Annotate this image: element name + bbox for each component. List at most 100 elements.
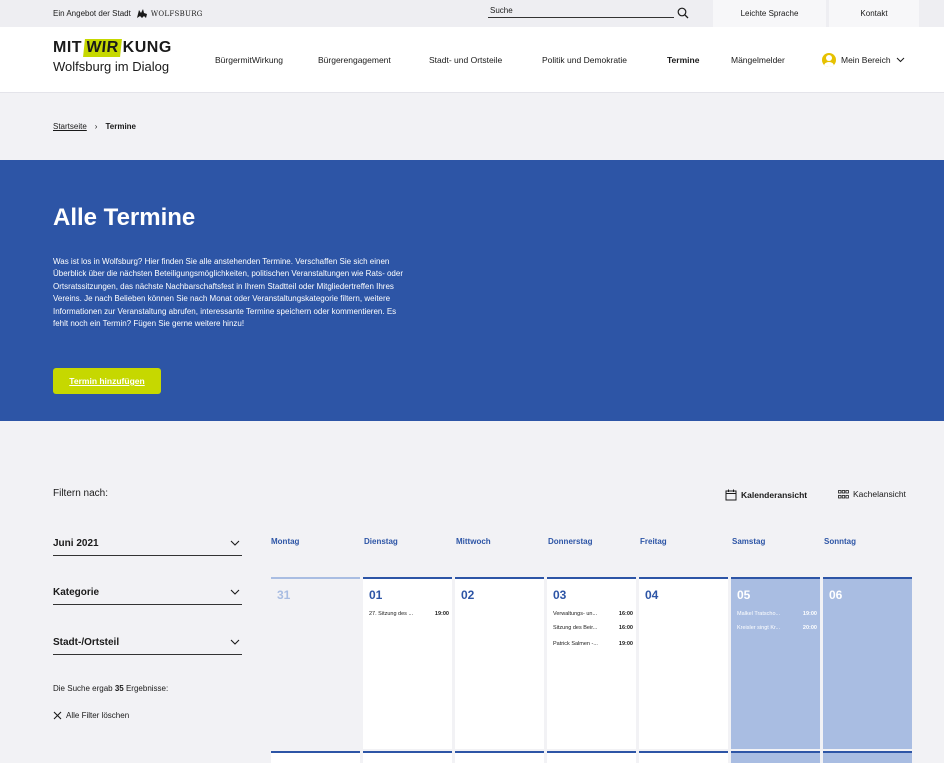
event-time: 16:00	[618, 625, 633, 631]
page-title: Alle Termine	[53, 204, 196, 231]
event-title: 27. Sitzung des ...	[369, 611, 414, 617]
calendar-day-cell[interactable]: 01 27. Sitzung des ... 19:00	[363, 577, 452, 749]
nav-buergerengagement[interactable]: Bürgerengagement	[318, 27, 391, 93]
month-select-value: Juni 2021	[53, 538, 99, 549]
filter-label: Filtern nach:	[53, 488, 109, 499]
close-icon	[53, 711, 62, 720]
calendar-day-cell[interactable]: 31	[271, 577, 360, 749]
nav-stadt-ortsteile[interactable]: Stadt- und Ortsteile	[429, 27, 502, 93]
day-number: 06	[829, 588, 843, 602]
calendar-day-cell[interactable]: 03 Verwaltungs- un... 16:00 Sitzung des …	[547, 577, 636, 749]
wolfsburg-label: WOLFSBURG	[150, 9, 203, 18]
result-prefix: Die Suche ergab	[53, 684, 113, 693]
day-header-saturday: Samstag	[732, 537, 766, 546]
day-number: 05	[737, 588, 751, 602]
event-entry[interactable]: Malkel Tratscho... 19:00	[737, 611, 817, 617]
result-suffix: Ergebnisse:	[125, 684, 169, 693]
calendar-day-cell[interactable]	[363, 751, 452, 763]
event-title: Patrick Salmen -...	[553, 641, 598, 647]
calendar-day-cell[interactable]: 02	[455, 577, 544, 749]
day-number: 31	[277, 588, 291, 602]
day-header-monday: Montag	[271, 537, 300, 546]
calendar-day-cell[interactable]: 06	[823, 577, 912, 749]
event-entry[interactable]: Sitzung des Beir... 16:00	[553, 625, 633, 631]
my-area-menu[interactable]: Mein Bereich	[822, 53, 905, 67]
district-select-value: Stadt-/Ortsteil	[53, 637, 120, 648]
event-entry[interactable]: Patrick Salmen -... 19:00	[553, 641, 633, 647]
calendar-day-cell[interactable]: 04	[639, 577, 728, 749]
logo-wir: WIR	[83, 39, 122, 57]
add-event-button[interactable]: Termin hinzufügen	[53, 368, 161, 394]
chevron-down-icon	[896, 57, 904, 63]
day-header-friday: Freitag	[640, 537, 667, 546]
breadcrumb-separator: ›	[94, 122, 98, 131]
grid-icon	[838, 489, 849, 498]
calendar-icon	[725, 489, 737, 501]
calendar-day-cell[interactable]	[731, 751, 820, 763]
day-header-tuesday: Dienstag	[364, 537, 398, 546]
day-number: 01	[369, 588, 383, 602]
easy-language-link[interactable]: Leichte Sprache	[713, 0, 826, 27]
chevron-down-icon	[230, 540, 240, 546]
result-count: Die Suche ergab 35 Ergebnisse:	[53, 684, 168, 693]
event-time: 19:00	[802, 611, 817, 617]
chevron-down-icon	[230, 589, 240, 595]
main-header: MIT WIR KUNG Wolfsburg im Dialog Bürgerm…	[0, 27, 944, 93]
day-header-thursday: Donnerstag	[548, 537, 593, 546]
day-header-wednesday: Mittwoch	[456, 537, 491, 546]
event-title: Sitzung des Beir...	[553, 625, 598, 631]
event-time: 16:00	[618, 611, 633, 617]
hero-description: Was ist los in Wolfsburg? Hier finden Si…	[53, 257, 403, 329]
event-time: 19:00	[434, 611, 449, 617]
top-utility-bar: Ein Angebot der Stadt WOLFSBURG Suche Le…	[0, 0, 944, 27]
hero-section: Alle Termine Was ist los in Wolfsburg? H…	[0, 160, 944, 421]
chevron-down-icon	[230, 639, 240, 645]
calendar-day-cell[interactable]	[455, 751, 544, 763]
category-select-value: Kategorie	[53, 587, 100, 598]
day-number: 02	[461, 588, 475, 602]
search-label: Suche	[490, 6, 513, 15]
calendar-view-toggle[interactable]: Kalenderansicht	[725, 489, 807, 501]
wolfsburg-logo[interactable]: WOLFSBURG	[136, 8, 203, 19]
search-icon[interactable]	[677, 7, 689, 19]
breadcrumb-home[interactable]: Startseite	[53, 122, 87, 131]
search-input[interactable]: Suche	[488, 4, 674, 18]
month-select[interactable]: Juni 2021	[53, 534, 242, 556]
calendar-day-cell[interactable]: 05 Malkel Tratscho... 19:00 Kreisler sin…	[731, 577, 820, 749]
event-time: 19:00	[618, 641, 633, 647]
mitwirkung-logo[interactable]: MIT WIR KUNG Wolfsburg im Dialog	[53, 39, 172, 74]
clear-filters-label: Alle Filter löschen	[66, 711, 130, 720]
logo-kung: KUNG	[122, 39, 172, 56]
my-area-label: Mein Bereich	[841, 55, 891, 65]
result-number: 35	[114, 684, 124, 693]
nav-termine[interactable]: Termine	[667, 27, 699, 93]
tile-view-toggle[interactable]: Kachelansicht	[838, 489, 906, 499]
calendar-day-cell[interactable]	[547, 751, 636, 763]
nav-buergermitwirkung[interactable]: BürgermitWirkung	[215, 27, 283, 93]
day-header-sunday: Sonntag	[824, 537, 856, 546]
logo-mit: MIT	[53, 39, 83, 56]
calendar-day-cell[interactable]	[271, 751, 360, 763]
event-title: Verwaltungs- un...	[553, 611, 598, 617]
offer-text: Ein Angebot der Stadt	[53, 9, 131, 18]
user-icon	[822, 53, 836, 67]
logo-subtitle: Wolfsburg im Dialog	[53, 59, 170, 74]
nav-maengelmelder[interactable]: Mängelmelder	[731, 27, 785, 93]
event-time: 20:00	[802, 625, 817, 631]
clear-filters-button[interactable]: Alle Filter löschen	[53, 711, 129, 720]
nav-politik-demokratie[interactable]: Politik und Demokratie	[542, 27, 627, 93]
event-entry[interactable]: Kreisler singt Kr... 20:00	[737, 625, 817, 631]
calendar-day-cell[interactable]	[639, 751, 728, 763]
event-entry[interactable]: Verwaltungs- un... 16:00	[553, 611, 633, 617]
breadcrumb: Startseite › Termine	[53, 122, 136, 131]
city-offer: Ein Angebot der Stadt WOLFSBURG	[53, 8, 203, 19]
tile-view-label: Kachelansicht	[853, 489, 906, 499]
contact-link[interactable]: Kontakt	[829, 0, 919, 27]
district-select[interactable]: Stadt-/Ortsteil	[53, 633, 242, 655]
wolf-icon	[136, 9, 147, 18]
day-number: 03	[553, 588, 567, 602]
event-title: Kreisler singt Kr...	[737, 625, 781, 631]
event-entry[interactable]: 27. Sitzung des ... 19:00	[369, 611, 449, 617]
calendar-day-cell[interactable]	[823, 751, 912, 763]
category-select[interactable]: Kategorie	[53, 583, 242, 605]
